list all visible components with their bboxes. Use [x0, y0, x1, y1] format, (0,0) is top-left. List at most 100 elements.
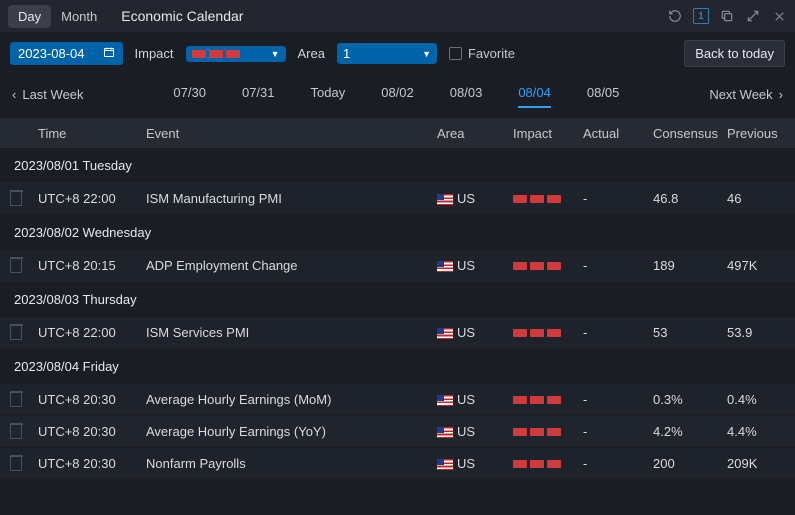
refresh-icon[interactable]: [667, 8, 683, 24]
cell-area: US: [431, 258, 507, 273]
cell-consensus: 53: [647, 325, 721, 340]
cell-time: UTC+8 20:30: [32, 424, 140, 439]
last-week-label: Last Week: [22, 87, 83, 102]
cell-previous: 0.4%: [721, 392, 795, 407]
cell-consensus: 46.8: [647, 191, 721, 206]
header-area[interactable]: Area: [431, 126, 507, 141]
cell-time: UTC+8 22:00: [32, 191, 140, 206]
us-flag-icon: [437, 395, 453, 406]
cell-event: Average Hourly Earnings (MoM): [140, 392, 431, 407]
bookmark-icon[interactable]: [10, 425, 22, 439]
cell-event: ISM Manufacturing PMI: [140, 191, 431, 206]
cell-event: Average Hourly Earnings (YoY): [140, 424, 431, 439]
day-tab[interactable]: 08/03: [450, 85, 483, 104]
cell-impact: [507, 329, 577, 337]
cell-impact: [507, 195, 577, 203]
cell-area: US: [431, 191, 507, 206]
cell-consensus: 0.3%: [647, 392, 721, 407]
bookmark-icon[interactable]: [10, 457, 22, 471]
next-week-button[interactable]: Next Week ›: [709, 87, 783, 102]
cell-event: ISM Services PMI: [140, 325, 431, 340]
table-row[interactable]: UTC+8 20:30Average Hourly Earnings (MoM)…: [0, 384, 795, 416]
next-week-label: Next Week: [709, 87, 772, 102]
cell-actual: -: [577, 424, 647, 439]
cell-area: US: [431, 392, 507, 407]
cell-impact: [507, 460, 577, 468]
day-tab[interactable]: 07/31: [242, 85, 275, 104]
cell-previous: 497K: [721, 258, 795, 273]
bookmark-icon[interactable]: [10, 326, 22, 340]
cell-previous: 46: [721, 191, 795, 206]
last-week-button[interactable]: ‹ Last Week: [12, 87, 84, 102]
us-flag-icon: [437, 427, 453, 438]
us-flag-icon: [437, 459, 453, 470]
day-tab[interactable]: 08/04: [518, 85, 551, 104]
cell-previous: 53.9: [721, 325, 795, 340]
table-row[interactable]: UTC+8 20:30Average Hourly Earnings (YoY)…: [0, 416, 795, 448]
back-to-today-button[interactable]: Back to today: [684, 40, 785, 67]
group-header: 2023/08/04 Friday: [0, 349, 795, 384]
cell-area: US: [431, 325, 507, 340]
week-nav: ‹ Last Week 07/30 07/31 Today 08/02 08/03 08/…: [0, 75, 795, 118]
cell-time: UTC+8 22:00: [32, 325, 140, 340]
cell-actual: -: [577, 325, 647, 340]
layout-one-icon[interactable]: 1: [693, 8, 709, 24]
day-tab[interactable]: 07/30: [173, 85, 206, 104]
chevron-down-icon: ▼: [271, 49, 280, 59]
table-header: Time Event Area Impact Actual Consensus …: [0, 118, 795, 148]
day-tab[interactable]: Today: [311, 85, 346, 104]
group-header: 2023/08/01 Tuesday: [0, 148, 795, 183]
us-flag-icon: [437, 194, 453, 205]
header-impact[interactable]: Impact: [507, 126, 577, 141]
copy-icon[interactable]: [719, 8, 735, 24]
view-tab-month[interactable]: Month: [51, 5, 107, 28]
cell-event: ADP Employment Change: [140, 258, 431, 273]
cell-impact: [507, 262, 577, 270]
bookmark-icon[interactable]: [10, 393, 22, 407]
cell-impact: [507, 428, 577, 436]
favorite-checkbox[interactable]: [449, 47, 462, 60]
impact-dropdown[interactable]: ▼: [186, 46, 286, 62]
favorite-filter[interactable]: Favorite: [449, 46, 515, 61]
day-tabs: 07/30 07/31 Today 08/02 08/03 08/04 08/05: [84, 85, 710, 104]
date-picker[interactable]: 2023-08-04: [10, 42, 123, 65]
app-title: Economic Calendar: [121, 8, 243, 24]
close-icon[interactable]: [771, 8, 787, 24]
cell-actual: -: [577, 392, 647, 407]
header-actual[interactable]: Actual: [577, 126, 647, 141]
us-flag-icon: [437, 261, 453, 272]
group-header: 2023/08/03 Thursday: [0, 282, 795, 317]
header-event[interactable]: Event: [140, 126, 431, 141]
area-value: 1: [343, 46, 350, 61]
bookmark-icon[interactable]: [10, 259, 22, 273]
impact-label: Impact: [135, 46, 174, 61]
view-tab-day[interactable]: Day: [8, 5, 51, 28]
expand-icon[interactable]: [745, 8, 761, 24]
favorite-label: Favorite: [468, 46, 515, 61]
table-row[interactable]: UTC+8 20:15ADP Employment ChangeUS-18949…: [0, 250, 795, 282]
cell-actual: -: [577, 456, 647, 471]
cell-consensus: 200: [647, 456, 721, 471]
cell-time: UTC+8 20:15: [32, 258, 140, 273]
bookmark-icon[interactable]: [10, 192, 22, 206]
chevron-left-icon: ‹: [12, 87, 16, 102]
table-row[interactable]: UTC+8 22:00ISM Manufacturing PMIUS -46.84…: [0, 183, 795, 215]
header-time[interactable]: Time: [32, 126, 140, 141]
chevron-down-icon: ▼: [422, 49, 431, 59]
group-header: 2023/08/02 Wednesday: [0, 215, 795, 250]
table-row[interactable]: UTC+8 20:30Nonfarm PayrollsUS-200209K: [0, 448, 795, 480]
header-previous[interactable]: Previous: [721, 126, 795, 141]
cell-actual: -: [577, 258, 647, 273]
table-body: 2023/08/01 TuesdayUTC+8 22:00ISM Manufac…: [0, 148, 795, 480]
view-tabs: Day Month: [8, 5, 107, 28]
day-tab[interactable]: 08/05: [587, 85, 620, 104]
header-consensus[interactable]: Consensus: [647, 126, 721, 141]
filter-bar: 2023-08-04 Impact ▼ Area 1 ▼ Favorite Ba…: [0, 32, 795, 75]
cell-actual: -: [577, 191, 647, 206]
table-row[interactable]: UTC+8 22:00ISM Services PMIUS -5353.9: [0, 317, 795, 349]
area-dropdown[interactable]: 1 ▼: [337, 43, 437, 64]
titlebar: Day Month Economic Calendar 1: [0, 0, 795, 32]
day-tab[interactable]: 08/02: [381, 85, 414, 104]
cell-time: UTC+8 20:30: [32, 456, 140, 471]
area-label: Area: [298, 46, 325, 61]
